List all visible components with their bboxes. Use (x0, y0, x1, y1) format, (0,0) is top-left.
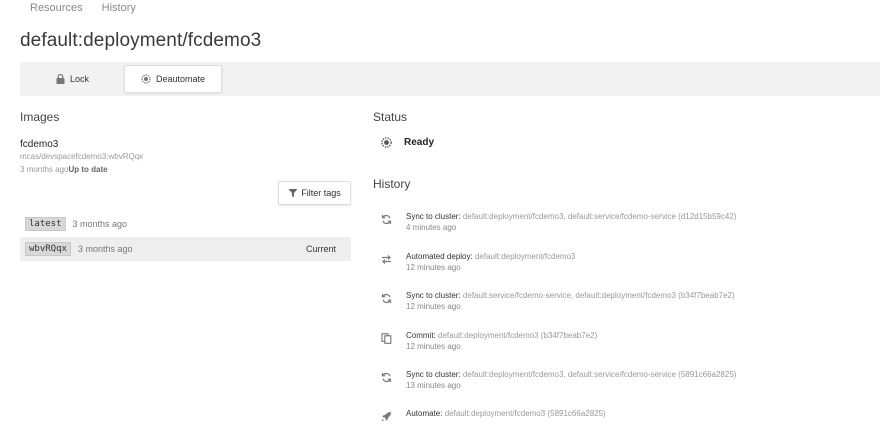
arrows-exchange-icon (382, 255, 391, 264)
tag-name: wbvRQqx (25, 242, 71, 256)
image-date-text: 3 months ago (20, 165, 69, 174)
nav-resources-link[interactable]: Resources (30, 2, 83, 14)
deautomate-label: Deautomate (155, 74, 206, 84)
status-ready-icon (381, 137, 392, 148)
lock-label: Lock (70, 74, 90, 84)
history-time: 4 minutes ago (406, 223, 457, 232)
tag-age: 3 months ago (77, 244, 133, 254)
history-hash[interactable]: (b34f7beab7e2) (541, 331, 598, 340)
history-action: Sync to cluster: (406, 291, 461, 300)
history-action: Commit: (406, 331, 436, 340)
deautomate-button[interactable]: Deautomate (124, 65, 222, 93)
history-heading: History (373, 177, 411, 191)
tag-age: 3 months ago (72, 219, 128, 229)
copy-icon (381, 333, 392, 344)
filter-icon (288, 189, 298, 198)
status-heading: Status (373, 110, 408, 124)
history-time: 13 minutes ago (406, 381, 461, 390)
image-name: fcdemo3 (20, 139, 59, 150)
action-toolbar: Lock Deautomate (20, 62, 880, 96)
sync-icon (381, 372, 392, 383)
history-refs[interactable]: default:deployment/fcdemo3 (475, 252, 576, 261)
history-time: 12 minutes ago (406, 263, 461, 272)
history-hash[interactable]: (5891c66a2825) (678, 370, 736, 379)
history-action: Automated deploy: (406, 252, 473, 261)
sync-icon (381, 214, 392, 225)
nav-history-link[interactable]: History (102, 2, 136, 14)
history-refs[interactable]: default:deployment/fcdemo3 (445, 409, 546, 418)
history-hash[interactable]: (b34f7beab7e2) (678, 291, 735, 300)
history-time: 12 minutes ago (406, 342, 461, 351)
current-tag-label: Current (305, 244, 336, 254)
history-time: 12 minutes ago (406, 302, 461, 311)
history-refs[interactable]: default:service/fcdemo-service, default:… (463, 291, 676, 300)
history-action: Sync to cluster: (406, 212, 461, 221)
status-value: Ready (404, 137, 435, 148)
filter-tags-label: Filter tags (301, 188, 341, 198)
history-refs[interactable]: default:deployment/fcdemo3 (438, 331, 539, 340)
status-indicator: Ready (381, 137, 434, 148)
sync-icon (381, 293, 392, 304)
filter-tags-button[interactable]: Filter tags (278, 181, 351, 205)
tag-name: latest (25, 217, 66, 231)
image-up-to-date: Up to date (68, 165, 108, 174)
history-action: Sync to cluster: (406, 370, 461, 379)
lock-icon (56, 74, 65, 84)
rocket-icon (381, 412, 391, 422)
history-action: Automate: (406, 409, 443, 418)
image-date: 3 months agoUp to date (20, 165, 108, 174)
top-nav: Resources History (30, 2, 152, 16)
history-hash[interactable]: (5891c66a2825) (547, 409, 605, 418)
images-heading: Images (20, 110, 60, 124)
automation-icon (141, 74, 151, 84)
tag-row[interactable]: latest 3 months ago (20, 212, 351, 236)
history-hash[interactable]: (d12d15b59c42) (678, 212, 736, 221)
history-refs[interactable]: default:deployment/fcdemo3, default:serv… (463, 212, 676, 221)
image-path: mcas/devspacefcdemo3:wbvRQqx (20, 152, 144, 161)
history-refs[interactable]: default:deployment/fcdemo3, default:serv… (463, 370, 676, 379)
lock-button[interactable]: Lock (44, 65, 101, 93)
page-title: default:deployment/fcdemo3 (20, 30, 262, 51)
tag-row[interactable]: wbvRQqx 3 months ago Current (20, 237, 351, 261)
